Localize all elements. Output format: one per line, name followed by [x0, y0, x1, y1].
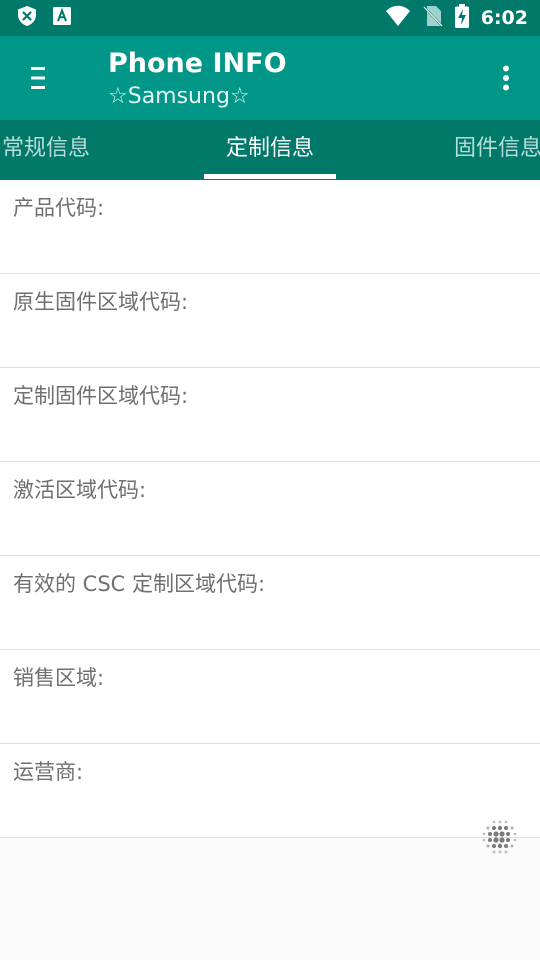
- more-vert-icon: [503, 65, 509, 91]
- row-label: 产品代码:: [13, 196, 105, 220]
- tab-indicator: [204, 174, 336, 179]
- list-item-active-csc-region: 有效的 CSC 定制区域代码:: [0, 556, 540, 650]
- row-label: 定制固件区域代码:: [13, 384, 189, 408]
- tab-general-info[interactable]: 常规信息: [0, 120, 96, 180]
- wifi-icon: [385, 5, 411, 31]
- no-sim-icon: [423, 5, 443, 31]
- row-label: 有效的 CSC 定制区域代码:: [13, 572, 266, 596]
- app-bar: Phone INFO ☆Samsung☆: [0, 36, 540, 120]
- hamburger-menu-icon: [31, 67, 45, 89]
- tab-custom-info[interactable]: 定制信息: [204, 120, 336, 180]
- list-item-carrier: 运营商:: [0, 744, 540, 838]
- list-item-sales-region: 销售区域:: [0, 650, 540, 744]
- row-label: 运营商:: [13, 760, 84, 784]
- status-right-icons: 6:02: [385, 4, 528, 32]
- status-left-icons: [16, 5, 72, 31]
- list-item-activation-region: 激活区域代码:: [0, 462, 540, 556]
- shield-x-icon: [16, 5, 38, 31]
- row-label: 原生固件区域代码:: [13, 290, 189, 314]
- loading-dots-icon: [480, 818, 520, 858]
- row-label: 激活区域代码:: [13, 478, 147, 502]
- title-block: Phone INFO ☆Samsung☆: [108, 46, 287, 112]
- info-list: 产品代码: 原生固件区域代码: 定制固件区域代码: 激活区域代码: 有效的 CS…: [0, 180, 540, 838]
- status-time: 6:02: [480, 7, 528, 29]
- status-bar: 6:02: [0, 0, 540, 36]
- menu-button[interactable]: [18, 58, 58, 98]
- app-title: Phone INFO: [108, 48, 287, 79]
- tab-firmware-info[interactable]: 固件信息: [448, 120, 540, 180]
- battery-charging-icon: [454, 4, 469, 32]
- row-label: 销售区域:: [13, 666, 105, 690]
- list-item-original-firmware-region: 原生固件区域代码:: [0, 274, 540, 368]
- font-a-icon: [52, 6, 72, 30]
- tab-bar: 常规信息 定制信息 固件信息: [0, 120, 540, 180]
- overflow-menu-button[interactable]: [488, 60, 524, 96]
- list-item-custom-firmware-region: 定制固件区域代码:: [0, 368, 540, 462]
- list-item-product-code: 产品代码:: [0, 180, 540, 274]
- app-subtitle: ☆Samsung☆: [108, 84, 250, 109]
